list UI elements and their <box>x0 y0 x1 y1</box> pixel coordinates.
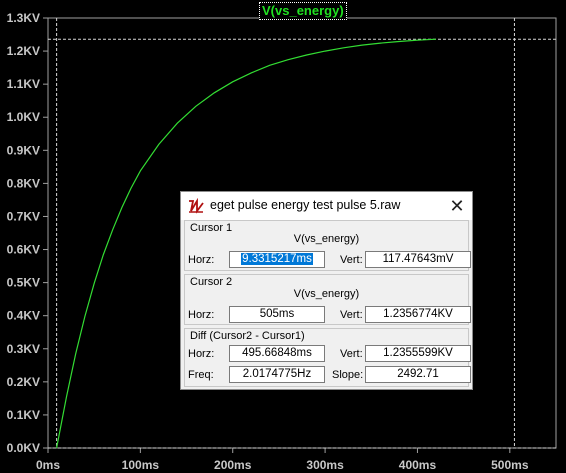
y-tick-label: 0.3KV <box>7 342 40 356</box>
trace-title[interactable]: V(vs_energy) <box>259 2 347 20</box>
cursor1-trace: V(vs_energy) <box>293 233 360 245</box>
x-tick-label: 400ms <box>399 458 437 472</box>
diff-horz-field[interactable]: 495.66848ms <box>229 345 325 362</box>
cursor2-vert-field[interactable]: 1.2356774KV <box>365 306 471 323</box>
cursor1-horz-field[interactable]: 9.3315217ms <box>229 251 325 268</box>
x-tick-label: 500ms <box>491 458 529 472</box>
diff-section: Diff (Cursor2 - Cursor1) Horz: 495.66848… <box>184 328 471 387</box>
y-tick-label: 0.6KV <box>7 243 40 257</box>
y-tick-label: 0.9KV <box>7 143 40 157</box>
diff-slope-label: Slope: <box>332 369 364 381</box>
diff-slope-field[interactable]: 2492.71 <box>365 366 471 383</box>
ltspice-icon <box>189 198 204 214</box>
cursor2-trace: V(vs_energy) <box>293 288 360 300</box>
diff-label: Diff (Cursor2 - Cursor1) <box>190 330 305 342</box>
y-tick-label: 0.8KV <box>7 176 40 190</box>
cursor1-vert-label: Vert: <box>340 254 363 266</box>
cursor2-label: Cursor 2 <box>190 276 233 288</box>
x-tick-label: 0ms <box>36 458 60 472</box>
x-tick-label: 300ms <box>306 458 344 472</box>
cursor-dialog: eget pulse energy test pulse 5.raw ✕ Cur… <box>180 191 473 390</box>
diff-vert-field[interactable]: 1.2355599KV <box>365 345 471 362</box>
cursor2-section: Cursor 2 V(vs_energy) Horz: 505ms Vert: … <box>184 274 471 325</box>
y-tick-label: 0.1KV <box>7 408 40 422</box>
x-tick-label: 200ms <box>214 458 252 472</box>
diff-horz-label: Horz: <box>188 348 215 360</box>
cursor2-vert-label: Vert: <box>340 309 363 321</box>
close-icon: ✕ <box>449 196 465 216</box>
cursor1-section: Cursor 1 V(vs_energy) Horz: 9.3315217ms … <box>184 220 471 271</box>
y-tick-label: 1.1KV <box>7 77 40 91</box>
y-tick-label: 0.7KV <box>7 209 40 223</box>
cursor1-horz-label: Horz: <box>188 254 215 266</box>
y-tick-label: 1.0KV <box>7 110 40 124</box>
y-tick-label: 0.5KV <box>7 276 40 290</box>
y-tick-label: 1.2KV <box>7 44 40 58</box>
dialog-title: eget pulse energy test pulse 5.raw <box>210 198 401 212</box>
dialog-titlebar[interactable]: eget pulse energy test pulse 5.raw ✕ <box>181 192 472 220</box>
y-tick-label: 0.4KV <box>7 309 40 323</box>
diff-vert-label: Vert: <box>340 348 363 360</box>
cursor1-vert-field[interactable]: 117.47643mV <box>365 251 471 268</box>
cursor2-horz-label: Horz: <box>188 309 215 321</box>
diff-freq-label: Freq: <box>188 369 214 381</box>
cursor2-horz-field[interactable]: 505ms <box>229 306 325 323</box>
y-tick-label: 1.3KV <box>7 11 40 25</box>
x-tick-label: 100ms <box>122 458 160 472</box>
y-tick-label: 0.0KV <box>7 441 40 455</box>
y-tick-label: 0.2KV <box>7 375 40 389</box>
diff-freq-field[interactable]: 2.0174775Hz <box>229 366 325 383</box>
close-button[interactable]: ✕ <box>442 192 472 220</box>
